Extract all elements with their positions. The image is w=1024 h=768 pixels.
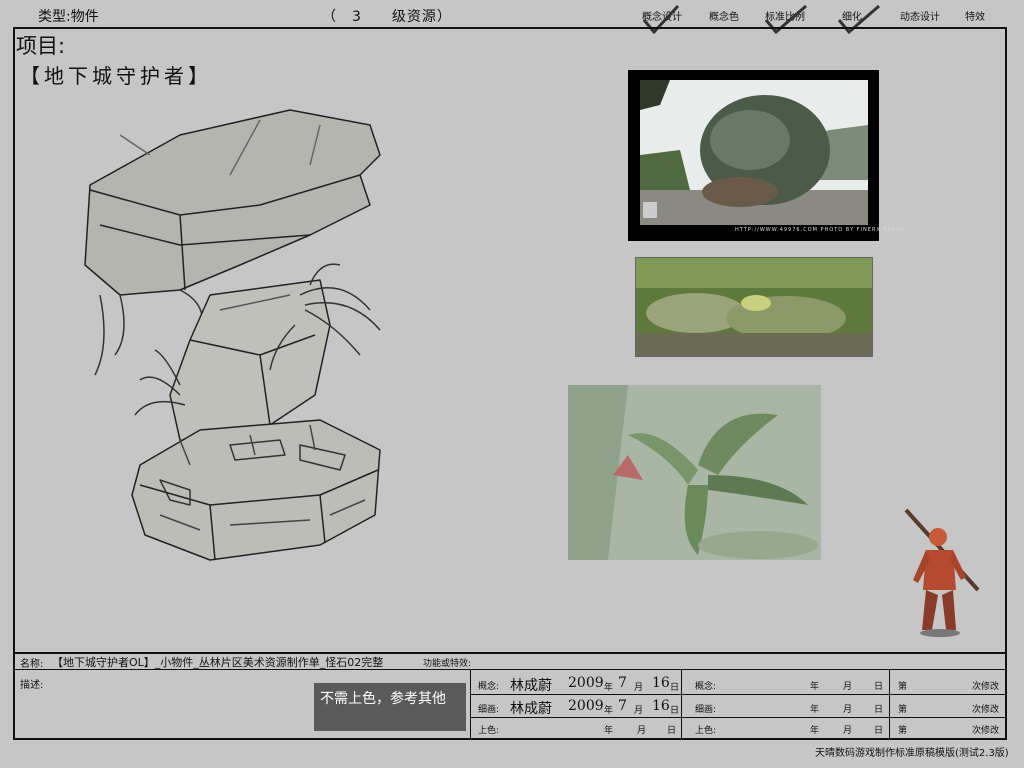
refine-year: 2009 [568,698,604,714]
concept-day: 16 [652,675,670,691]
template-footer: 天晴数码游戏制作标准原稿模版(测试2.3版) [815,748,1009,759]
photo-caption: HTTP://WWW.49976.COM PHOTO BY FINERX 550… [735,227,905,233]
resource-grade: （ 3 级资源） [322,9,452,25]
day-unit: 日 [670,683,680,693]
revision-prefix: 第 [898,705,908,715]
divider [889,670,890,740]
month-unit: 月 [637,726,647,736]
year-unit: 年 [604,683,614,693]
nav-effects[interactable]: 特效 [965,8,985,23]
concept-author: 林成蔚 [510,678,552,694]
refine-day: 16 [652,698,670,714]
year-unit: 年 [810,726,820,736]
revision-prefix: 第 [898,682,908,692]
type-label: 类型: [38,9,71,25]
revision-prefix: 第 [898,726,908,736]
divider [470,670,471,740]
moss-reference-photo [635,257,873,357]
refine-month: 7 [618,698,627,714]
revision-suffix: 次修改 [972,705,1000,715]
month-unit: 月 [843,682,853,692]
boulder-reference-photo [640,80,868,225]
year-unit: 年 [810,682,820,692]
concept-label: 概念: [478,682,500,692]
refine-author: 林成蔚 [510,701,552,717]
year-unit: 年 [604,726,614,736]
name-value: 【地下城守护者OL】_小物件_丛林片区美术资源制作单_怪石02完整 [52,656,384,669]
month-unit: 月 [843,705,853,715]
revision-suffix: 次修改 [972,726,1000,736]
rock-sketch [84,109,381,561]
project-label: 项目: [16,34,66,58]
month-unit: 月 [634,683,644,693]
nav-motion-design[interactable]: 动态设计 [900,8,940,23]
divider [681,670,682,740]
description-note: 不需上色，参考其他 [314,683,466,731]
day-unit: 日 [874,682,884,692]
concept-month: 7 [618,675,627,691]
character-scale-figure [904,508,980,637]
year-unit: 年 [604,706,614,716]
plant-reference-photo [568,385,821,560]
color-label-2: 上色: [695,726,717,736]
function-label: 功能或特效: [423,659,472,669]
refine-label-2: 细画: [695,705,717,715]
concept-year: 2009 [568,675,604,691]
day-unit: 日 [667,726,677,736]
month-unit: 月 [843,726,853,736]
day-unit: 日 [874,726,884,736]
name-label: 名称: [20,659,44,670]
type-field: 类型:物件 [38,6,99,26]
description-label: 描述: [20,680,44,691]
day-unit: 日 [874,705,884,715]
month-unit: 月 [634,706,644,716]
type-value: 物件 [70,9,99,25]
color-label: 上色: [478,726,500,736]
refine-label: 细画: [478,705,500,715]
revision-suffix: 次修改 [972,682,1000,692]
project-name: 【地下城守护者】 [20,64,212,88]
nav-concept-color[interactable]: 概念色 [709,8,739,23]
year-unit: 年 [810,705,820,715]
concept-label-2: 概念: [695,682,717,692]
day-unit: 日 [670,706,680,716]
